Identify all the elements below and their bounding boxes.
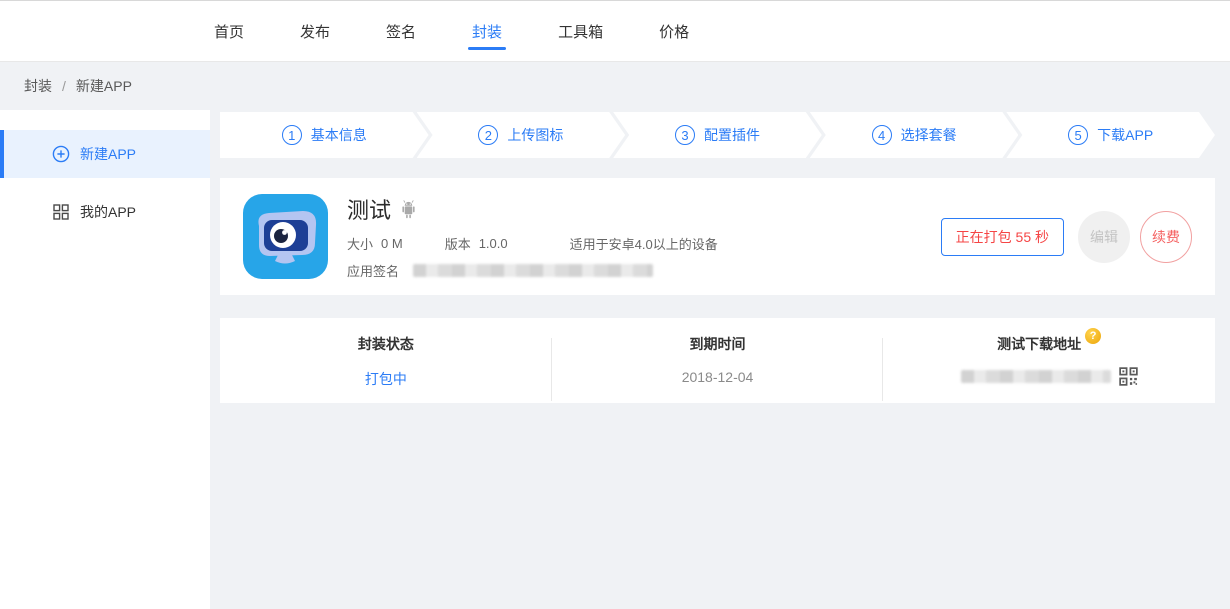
- packing-status-button[interactable]: 正在打包 55 秒: [941, 218, 1064, 256]
- help-badge-icon[interactable]: ?: [1085, 328, 1101, 344]
- status-panel: 封装状态 打包中 到期时间 2018-12-04 测试下载地址?: [220, 318, 1215, 403]
- renew-button[interactable]: 续费: [1140, 211, 1192, 263]
- step-label: 基本信息: [311, 125, 367, 145]
- step-number-badge: 2: [478, 125, 498, 145]
- nav-tab-toolbox[interactable]: 工具箱: [554, 1, 607, 61]
- nav-tab-package[interactable]: 封装: [468, 1, 506, 61]
- signature-label: 应用签名: [347, 261, 399, 280]
- size-value: 0 M: [381, 236, 403, 251]
- status-header: 测试下载地址?: [883, 334, 1215, 354]
- plus-circle-icon: [52, 145, 70, 163]
- nav-tab-pricing[interactable]: 价格: [655, 1, 693, 61]
- top-nav: 首页 发布 签名 封装 工具箱 价格: [0, 1, 1230, 62]
- status-col-expiry: 到期时间 2018-12-04: [552, 334, 884, 403]
- breadcrumb: 封装 / 新建APP: [0, 62, 1230, 110]
- sidebar-item-label: 新建APP: [80, 144, 136, 164]
- breadcrumb-section[interactable]: 封装: [24, 76, 52, 96]
- step-number-badge: 3: [675, 125, 695, 145]
- nav-tab-sign[interactable]: 签名: [382, 1, 420, 61]
- sidebar-item-my-apps[interactable]: 我的APP: [0, 188, 210, 236]
- step-label: 配置插件: [704, 125, 760, 145]
- step-number-badge: 5: [1068, 125, 1088, 145]
- status-col-package-state: 封装状态 打包中: [220, 334, 552, 403]
- qr-code-icon[interactable]: [1119, 367, 1138, 386]
- size-label: 大小: [347, 234, 373, 253]
- sidebar: 新建APP 我的APP: [0, 110, 210, 609]
- step-configure-plugins[interactable]: 3 配置插件: [613, 112, 822, 158]
- step-label: 上传图标: [507, 125, 563, 145]
- step-number-badge: 1: [282, 125, 302, 145]
- redacted-signature: [413, 264, 653, 277]
- app-name: 测试: [347, 193, 391, 225]
- android-icon: [399, 199, 418, 220]
- wizard-stepper: 1 基本信息 2 上传图标 3 配置插件 4 选择套餐 5 下载APP: [220, 112, 1215, 158]
- download-header-label: 测试下载地址: [997, 336, 1081, 352]
- expiry-date-value: 2018-12-04: [552, 369, 884, 385]
- step-upload-icon[interactable]: 2 上传图标: [417, 112, 626, 158]
- grid-icon: [52, 203, 70, 221]
- step-number-badge: 4: [872, 125, 892, 145]
- status-col-download: 测试下载地址?: [883, 334, 1215, 403]
- nav-tab-publish[interactable]: 发布: [296, 1, 334, 61]
- edit-button[interactable]: 编辑: [1078, 211, 1130, 263]
- step-label: 选择套餐: [901, 125, 957, 145]
- app-logo-icon: [243, 194, 328, 279]
- redacted-download-url[interactable]: [961, 370, 1111, 383]
- compat-text: 适用于安卓4.0以上的设备: [570, 234, 718, 253]
- nav-tab-home[interactable]: 首页: [210, 1, 248, 61]
- sidebar-item-new-app[interactable]: 新建APP: [0, 130, 210, 178]
- status-header: 到期时间: [552, 334, 884, 354]
- version-value: 1.0.0: [479, 236, 508, 251]
- step-basic-info[interactable]: 1 基本信息: [220, 112, 429, 158]
- breadcrumb-page[interactable]: 新建APP: [76, 76, 132, 96]
- sidebar-item-label: 我的APP: [80, 202, 136, 222]
- breadcrumb-separator: /: [62, 78, 66, 94]
- status-header: 封装状态: [220, 334, 552, 354]
- step-label: 下载APP: [1097, 125, 1153, 145]
- app-card: 测试 大小 0 M: [220, 178, 1215, 295]
- step-choose-plan[interactable]: 4 选择套餐: [810, 112, 1019, 158]
- package-state-value[interactable]: 打包中: [220, 369, 552, 389]
- step-download-app[interactable]: 5 下载APP: [1006, 112, 1215, 158]
- version-label: 版本: [445, 234, 471, 253]
